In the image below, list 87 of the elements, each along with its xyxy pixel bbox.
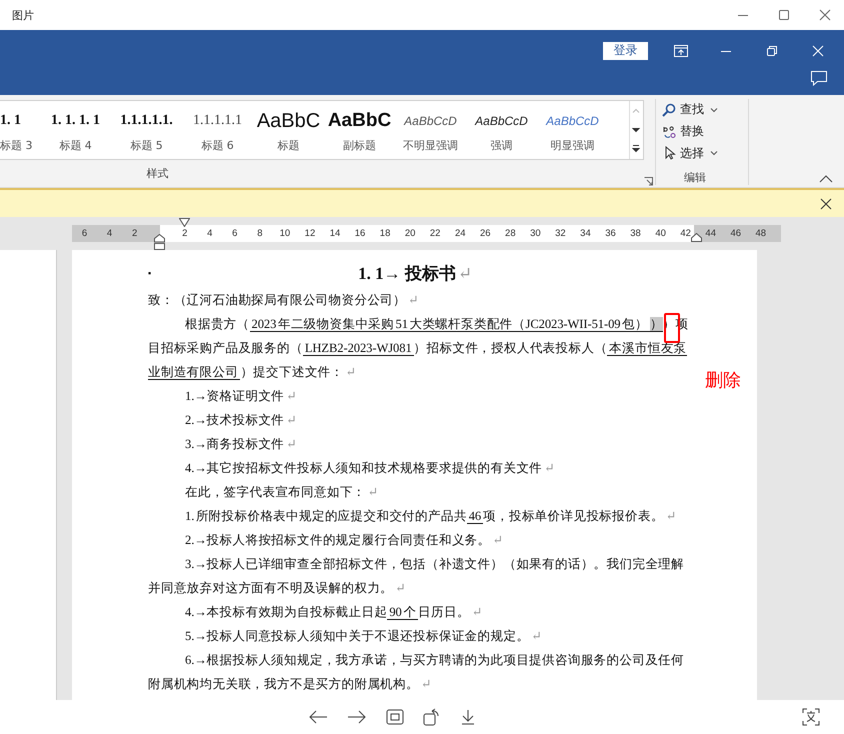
- ruler-number: 30: [530, 228, 541, 239]
- style-preview[interactable]: 1. 1: [0, 108, 21, 134]
- ruler-number: 34: [580, 228, 591, 239]
- dialog-launcher-icon[interactable]: [644, 177, 653, 186]
- paragraph: 3.→投标人已详细审查全部招标文件，包括（补遗文件）（如果有的话）。我们完全理解并同意放弃对这方面有不明及误解的权力。↵: [148, 556, 686, 597]
- editing-button[interactable]: 选择: [662, 142, 718, 164]
- caret-icon[interactable]: [710, 150, 718, 156]
- indent-marker-icon[interactable]: [691, 233, 702, 242]
- display-options-icon[interactable]: [674, 44, 688, 56]
- restore-icon[interactable]: [766, 44, 778, 56]
- ruler-number: 8: [257, 228, 262, 239]
- replace-icon[interactable]: [662, 124, 676, 138]
- style-preview[interactable]: AaBbCcD: [404, 108, 457, 134]
- window-title: 图片: [12, 8, 34, 22]
- ruler-number: 42: [680, 228, 691, 239]
- ruler-number: 36: [605, 228, 616, 239]
- search-icon[interactable]: [662, 102, 676, 117]
- caret-icon[interactable]: [710, 106, 718, 113]
- paragraph: 致：（辽河石油勘探局有限公司物资分公司）↵: [148, 292, 420, 309]
- style-preview[interactable]: 1.1.1.1.1.: [120, 108, 173, 134]
- paragraph: 2.→技术投标文件↵: [184, 412, 298, 429]
- paragraph: 在此，签字代表宣布同意如下：↵: [184, 484, 380, 501]
- comment-icon[interactable]: [810, 70, 828, 86]
- ruler-number: 40: [655, 228, 666, 239]
- paragraph: 6.→根据投标人须知规定，我方承诺，与买方聘请的为此项目提供咨询服务的公司及任何附属机构均无关联，我方不是买方的附属机构。↵: [148, 652, 686, 693]
- style-label[interactable]: 标题 3: [0, 138, 32, 152]
- collapse-ribbon-icon[interactable]: [819, 175, 833, 183]
- forward-arrow-icon[interactable]: [347, 709, 367, 725]
- close-icon[interactable]: [819, 9, 831, 21]
- rotate-icon[interactable]: [423, 708, 441, 726]
- list-bullet: ▪: [148, 268, 152, 278]
- ruler-number: 28: [505, 228, 516, 239]
- ruler-number: 32: [555, 228, 566, 239]
- close-icon[interactable]: [820, 198, 832, 210]
- editing-button[interactable]: 替换: [662, 120, 704, 142]
- ruler-number: 38: [630, 228, 641, 239]
- style-preview[interactable]: 1. 1. 1. 1: [51, 108, 100, 134]
- style-label[interactable]: 标题 6: [201, 138, 234, 152]
- ruler-number: 10: [280, 228, 290, 239]
- style-preview[interactable]: AaBbCcD: [546, 108, 599, 134]
- group-label: 样式: [146, 166, 168, 181]
- ruler-number: 46: [730, 228, 742, 239]
- download-icon[interactable]: [460, 709, 476, 725]
- paragraph: 4.→本投标有效期为自投标截止日起 90 个 日历日。↵: [184, 604, 484, 622]
- style-label[interactable]: 标题 4: [59, 138, 92, 152]
- paragraph: 1. 所附投标价格表中规定的应提交和交付的产品共 46项，投标单价详见投标报价表。↵: [184, 508, 678, 526]
- ruler-number: 16: [354, 228, 366, 239]
- style-label[interactable]: 标题 5: [130, 138, 163, 152]
- ruler-number: 48: [756, 228, 766, 239]
- ruler-number: 6: [232, 228, 238, 239]
- ruler-number: 4: [106, 228, 112, 239]
- text-recognition-icon[interactable]: [802, 708, 820, 726]
- ruler-number: 2: [182, 228, 188, 239]
- group-label: 编辑: [684, 170, 706, 186]
- style-label[interactable]: 不明显强调: [403, 138, 458, 152]
- ruler-number: 26: [480, 228, 491, 239]
- ruler-number: 24: [454, 228, 466, 239]
- ruler-number: 18: [380, 228, 390, 239]
- style-label[interactable]: 副标题: [343, 138, 376, 152]
- login-button[interactable]: 登录: [603, 42, 648, 60]
- ruler-number: 44: [705, 228, 716, 239]
- ruler-number: 14: [330, 228, 340, 239]
- annotation-label: 删除: [705, 369, 741, 392]
- ruler-number: 20: [404, 228, 416, 239]
- editing-button[interactable]: 查找: [662, 99, 718, 121]
- ruler-number: 4: [207, 228, 212, 239]
- paragraph: 4.→其它按招标文件投标人须知和技术规格要求提供的有关文件↵: [184, 460, 556, 477]
- paragraph: 3.→商务投标文件↵: [184, 436, 298, 453]
- style-label[interactable]: 明显强调: [550, 138, 594, 152]
- style-preview[interactable]: AaBbC: [328, 108, 392, 134]
- ruler-number: 22: [430, 228, 440, 239]
- ruler-number: 6: [82, 228, 88, 239]
- ruler[interactable]: 6 4 2 2 4 6 8 10 12 14 16 18 20 22 24 26 28 30 32 34 36 38 40 42 44 46 48: [72, 225, 781, 242]
- ruler-number: 2: [132, 228, 138, 239]
- style-label[interactable]: 强调: [490, 138, 512, 152]
- ruler-number: 12: [304, 228, 316, 239]
- paragraph: 5.→投标人同意投标人须知中关于不退还投标保证金的规定。↵: [184, 628, 543, 645]
- back-arrow-icon[interactable]: [308, 709, 328, 725]
- style-preview[interactable]: 1.1.1.1.1: [193, 108, 242, 134]
- fit-window-icon[interactable]: [386, 709, 404, 725]
- maximize-icon[interactable]: [778, 9, 790, 21]
- style-label[interactable]: 标题: [278, 138, 300, 152]
- paragraph: 2.→投标人将按招标文件的规定履行合同责任和义务。↵: [184, 532, 504, 549]
- document-heading: 1. 1→ 投标书↵: [357, 262, 474, 284]
- style-preview[interactable]: AaBbCcD: [475, 108, 528, 134]
- style-preview[interactable]: AaBbC: [256, 108, 320, 134]
- paragraph: 1.→资格证明文件↵: [184, 388, 298, 405]
